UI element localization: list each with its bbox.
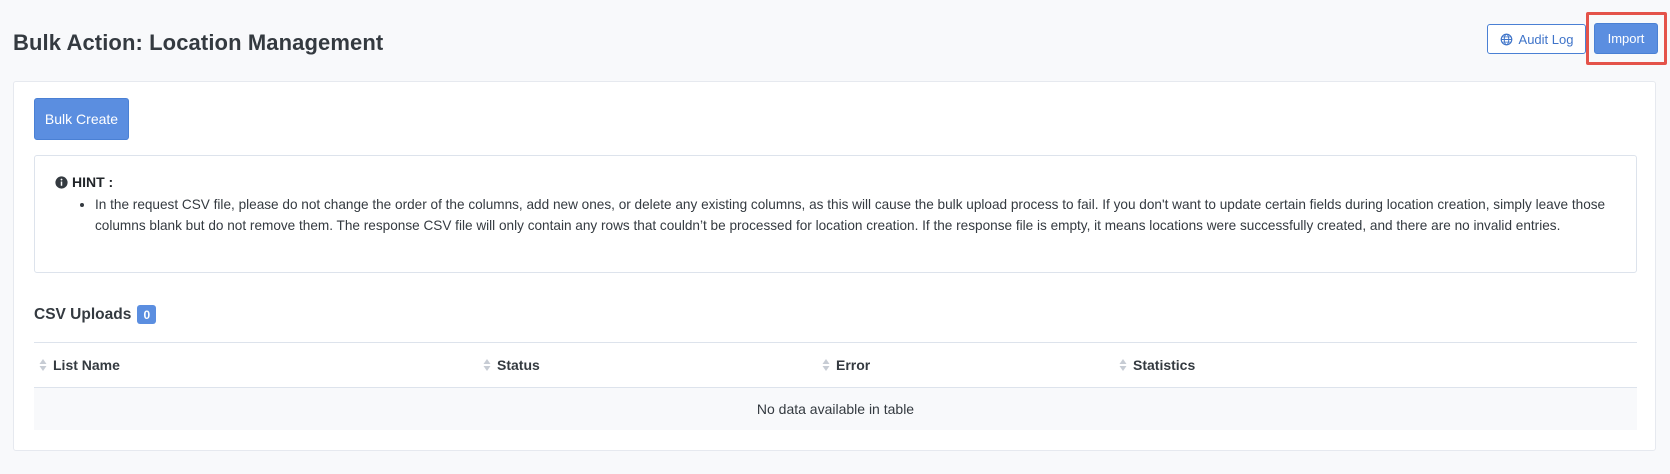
column-header-error[interactable]: Error	[822, 343, 870, 387]
bulk-create-button[interactable]: Bulk Create	[34, 98, 129, 140]
csv-uploads-heading: CSV Uploads 0	[34, 305, 157, 324]
hint-title-label: HINT :	[72, 174, 114, 190]
sort-icon	[822, 359, 830, 371]
globe-icon	[1500, 33, 1512, 45]
csv-uploads-count-badge: 0	[137, 305, 157, 324]
sort-icon	[39, 359, 47, 371]
column-header-label: Error	[836, 357, 871, 373]
column-header-label: List Name	[53, 357, 120, 373]
column-header-list-name[interactable]: List Name	[39, 343, 120, 387]
table-header-row: List Name Status Error Statistics	[34, 342, 1637, 388]
bulk-action-card: Bulk Create HINT : In the request CSV fi…	[13, 81, 1656, 451]
hint-list: In the request CSV file, please do not c…	[75, 194, 1645, 236]
column-header-statistics[interactable]: Statistics	[1119, 343, 1195, 387]
table-empty-row: No data available in table	[34, 388, 1637, 430]
sort-icon	[1119, 359, 1127, 371]
import-button[interactable]: Import	[1594, 23, 1658, 54]
hint-item: In the request CSV file, please do not c…	[95, 194, 1645, 236]
column-header-status[interactable]: Status	[483, 343, 540, 387]
csv-uploads-title: CSV Uploads	[34, 305, 132, 323]
sort-icon	[483, 359, 491, 371]
info-circle-icon	[55, 175, 68, 189]
column-header-label: Statistics	[1133, 357, 1196, 373]
hint-box: HINT : In the request CSV file, please d…	[34, 155, 1637, 273]
page-header: Bulk Action: Location Management Audit L…	[0, 0, 1670, 80]
hint-title: HINT :	[55, 174, 113, 190]
page-title: Bulk Action: Location Management	[13, 30, 384, 55]
audit-log-button[interactable]: Audit Log	[1487, 24, 1586, 54]
audit-log-label: Audit Log	[1518, 31, 1574, 47]
page: Bulk Action: Location Management Audit L…	[0, 0, 1670, 474]
column-header-label: Status	[497, 357, 540, 373]
